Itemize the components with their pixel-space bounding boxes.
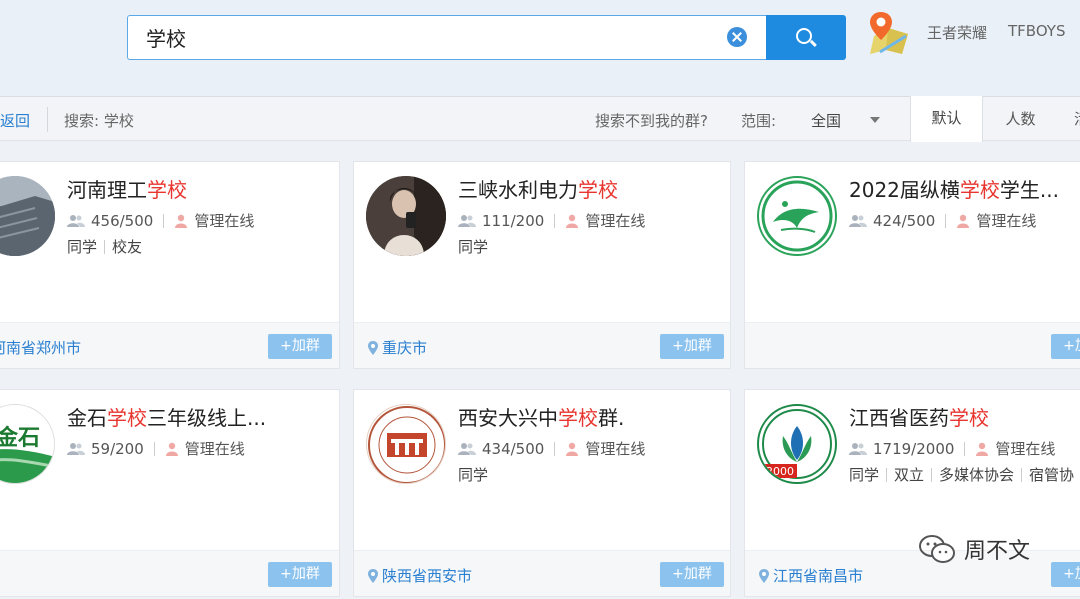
clear-search-icon[interactable] [727,27,747,47]
admin-icon [165,442,178,456]
join-group-button[interactable]: +加群 [660,562,724,587]
group-avatar[interactable] [366,176,446,256]
members-icon [458,442,476,455]
group-stats: 111/200 管理在线 [458,210,645,231]
location-pin-icon [759,568,769,583]
avatar-year-text: 2000 [766,465,794,478]
members-icon [458,214,476,227]
group-avatar[interactable] [0,176,55,256]
group-location: 陕西省西安市 [368,565,472,586]
watermark: 周不文 [918,533,1030,565]
scope-label: 范围: [741,112,777,130]
join-group-button[interactable]: +加群 [660,334,724,359]
scope-select[interactable]: 全国 [811,110,841,131]
location-pin-icon [368,568,378,583]
admin-icon [976,442,989,456]
admin-icon [566,442,579,456]
group-tags: 同学 校友 [67,238,143,256]
group-avatar[interactable] [757,176,837,256]
search-summary: 搜索: 学校 [64,112,134,130]
group-avatar[interactable]: 2000 [757,404,837,484]
admin-icon [957,214,970,228]
not-found-link[interactable]: 搜索不到我的群? [595,110,708,131]
top-header: 王者荣耀 TFBOYS [0,0,1080,96]
search-input[interactable] [146,16,706,59]
group-location: 重庆市 [368,337,427,358]
group-name[interactable]: 江西省医药学校 [849,402,989,431]
hot-link[interactable]: TFBOYS [1008,22,1066,40]
back-link[interactable]: 返回 [0,110,30,131]
group-location: 河南省郑州市 [0,339,82,357]
avatar-logo-text: 金石 [0,425,40,451]
members-icon [849,442,867,455]
hot-link[interactable]: 王者荣耀 [927,22,987,43]
join-group-button[interactable]: +加群 [268,562,332,587]
group-card[interactable]: 2022届纵横学校学生... 424/500 管理在线 +加群 [744,161,1080,369]
members-icon [67,442,85,455]
group-stats: 1719/2000 管理在线 [849,438,1055,459]
group-card[interactable]: 2000 江西省医药学校 1719/2000 管理在线 同学 双立 多媒体协会 … [744,389,1080,597]
join-group-button[interactable]: +加群 [268,334,332,359]
group-location: 江西省南昌市 [759,565,863,586]
join-group-button[interactable]: +加群 [1051,334,1080,359]
group-avatar[interactable]: 金石 [0,404,55,484]
tab-active[interactable]: 活 [1060,97,1080,141]
group-name[interactable]: 西安大兴中学校群. [458,402,624,431]
admin-icon [175,214,188,228]
members-icon [67,214,85,227]
group-name[interactable]: 2022届纵横学校学生... [849,174,1059,203]
group-name[interactable]: 河南理工学校 [67,174,187,203]
group-card[interactable]: 河南理工学校 456/500 管理在线 同学 校友 河南省郑州市 +加群 [0,161,340,369]
tab-default[interactable]: 默认 [910,96,983,142]
results-toolbar: 返回 搜索: 学校 搜索不到我的群? 范围: 全国 默认 人数 活 [0,96,1080,142]
search-button[interactable] [766,15,846,60]
group-avatar[interactable] [366,404,446,484]
members-icon [849,214,867,227]
group-stats: 424/500 管理在线 [849,210,1036,231]
join-group-button[interactable]: +加群 [1051,562,1080,587]
group-name[interactable]: 金石学校三年级线上... [67,402,266,431]
group-name[interactable]: 三峡水利电力学校 [458,174,618,203]
admin-icon [566,214,579,228]
group-tags: 同学 [458,238,489,256]
group-stats: 456/500 管理在线 [67,210,254,231]
group-stats: 59/200 管理在线 [67,438,245,459]
search-box[interactable] [127,15,766,60]
group-tags: 同学 双立 多媒体协会 宿管协 [849,466,1075,484]
group-card[interactable]: 西安大兴中学校群. 434/500 管理在线 同学 陕西省西安市 +加群 [353,389,731,597]
wechat-icon [919,535,955,563]
group-stats: 434/500 管理在线 [458,438,645,459]
tab-members[interactable]: 人数 [984,97,1057,141]
group-card[interactable]: 金石 金石学校三年级线上... 59/200 管理在线 +加群 [0,389,340,597]
chevron-down-icon[interactable] [870,117,880,123]
location-pin-icon [368,340,378,355]
group-card[interactable]: 三峡水利电力学校 111/200 管理在线 同学 重庆市 +加群 [353,161,731,369]
group-tags: 同学 [458,466,489,484]
map-location-icon[interactable] [868,10,910,56]
